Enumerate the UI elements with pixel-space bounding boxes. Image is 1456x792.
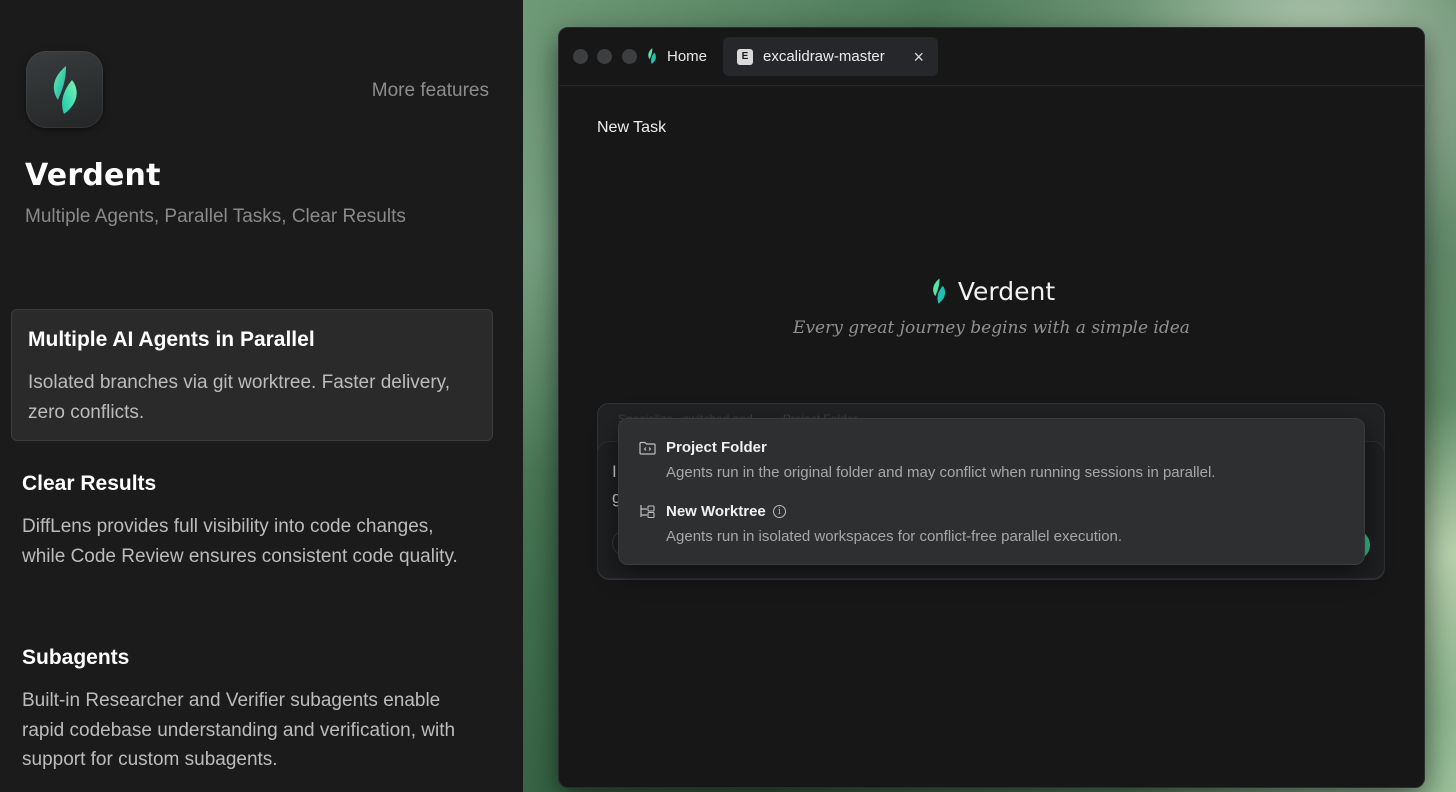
tab-home[interactable]: Home [645, 44, 707, 68]
app-tagline: Multiple Agents, Parallel Tasks, Clear R… [25, 206, 406, 227]
feature-title: Subagents [22, 646, 130, 669]
feature-card-subagents[interactable]: Subagents Built-in Researcher and Verifi… [11, 646, 493, 775]
page-title: New Task [597, 119, 667, 136]
tab-project-label: excalidraw-master [763, 48, 885, 65]
verdent-app-window: Home E excalidraw-master × New Task Verd… [558, 27, 1425, 788]
project-badge-icon: E [737, 48, 753, 65]
zoom-window-button[interactable] [622, 49, 637, 64]
option-description: Agents run in the original folder and ma… [666, 464, 1216, 481]
option-new-worktree[interactable]: New Worktree i Agents run in isolated wo… [639, 503, 1344, 545]
tab-home-label: Home [667, 47, 708, 65]
features-panel: More features Verdent Multiple Agents, P… [0, 0, 523, 792]
feature-title: Clear Results [22, 472, 157, 495]
composer-text-line: I [612, 462, 617, 481]
feature-title: Multiple AI Agents in Parallel [28, 328, 315, 351]
folder-code-icon [639, 441, 656, 455]
minimize-window-button[interactable] [597, 49, 612, 64]
feature-card-clear-results[interactable]: Clear Results DiffLens provides full vis… [11, 472, 493, 571]
feature-description: DiffLens provides full visibility into c… [22, 516, 458, 567]
option-description: Agents run in isolated workspaces for co… [666, 528, 1123, 545]
close-window-button[interactable] [573, 49, 588, 64]
feature-description: Built-in Researcher and Verifier subagen… [22, 690, 456, 770]
app-title: Verdent [25, 158, 161, 193]
more-features-link[interactable]: More features [372, 80, 489, 102]
feature-description: Isolated branches via git worktree. Fast… [28, 372, 451, 423]
option-title: Project Folder [666, 439, 767, 456]
brand-name: Verdent [957, 276, 1056, 306]
info-icon[interactable]: i [772, 505, 786, 518]
verdent-leaf-icon [53, 65, 77, 114]
tab-project[interactable]: E excalidraw-master × [723, 37, 938, 76]
workspace-mode-dropdown: Project Folder Agents run in the origina… [618, 418, 1365, 565]
close-icon[interactable]: × [913, 48, 924, 66]
option-title: New Worktree [666, 503, 766, 520]
worktree-icon [640, 505, 655, 519]
verdent-leaf-icon [648, 48, 656, 64]
verdent-leaf-icon [933, 278, 945, 304]
option-project-folder[interactable]: Project Folder Agents run in the origina… [639, 439, 1344, 481]
app-icon [26, 51, 103, 128]
brand-lockup: Verdent [559, 276, 1424, 306]
window-titlebar: Home E excalidraw-master × [559, 28, 1424, 86]
brand-slogan: Every great journey begins with a simple… [793, 318, 1190, 338]
feature-card-parallel-agents[interactable]: Multiple AI Agents in Parallel Isolated … [11, 309, 493, 441]
